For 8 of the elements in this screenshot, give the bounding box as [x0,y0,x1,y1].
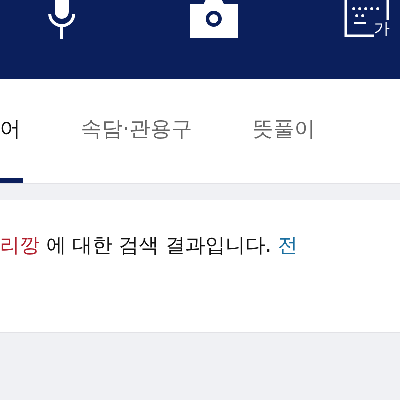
keyboard-button[interactable]: 가 [344,0,390,38]
tab[interactable]: 속담·관용구 [79,79,195,183]
tab[interactable]: 뜻풀이 [250,79,318,183]
tab[interactable]: 어 [0,79,23,183]
camera-icon[interactable] [188,0,240,40]
result-message: 리깡 에 대한 검색 결과입니다. 전 [0,232,298,258]
microphone-icon[interactable] [47,0,77,40]
link[interactable]: 전 [278,232,298,256]
